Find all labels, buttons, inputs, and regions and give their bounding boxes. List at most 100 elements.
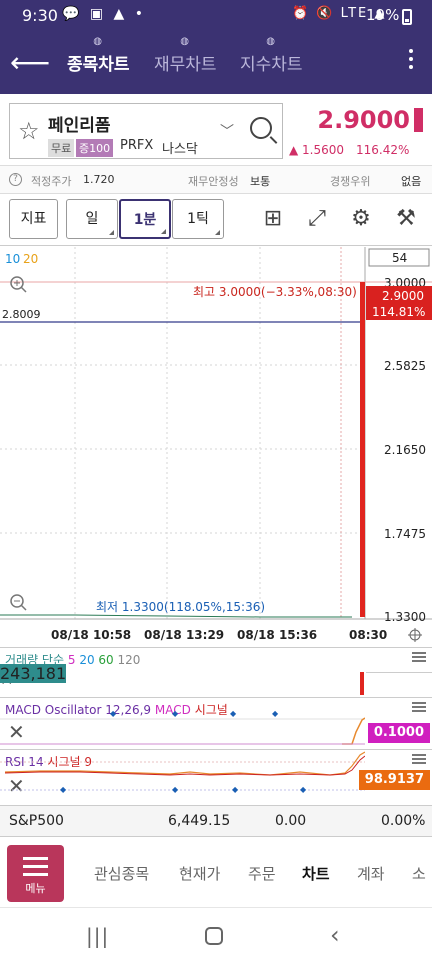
tab-stock-chart[interactable]: ◍ 종목차트 [67,36,130,75]
tools-icon[interactable]: ⚒ [394,208,418,232]
y-tick: 2.1650 [384,443,426,457]
hamburger-icon [23,857,48,881]
bottom-menu: 메뉴 관심종목 현재가 주문 차트 계좌 소 [0,838,432,908]
stock-name: 페인리폼 [48,116,111,136]
top-nav: ⟵ ◍ 종목차트 ◍ 재무차트 ◍ 지수차트 [0,32,432,94]
rsi-panel: RSI 14 시그널 9 ✕ ◆ ◆ ◆ ◆ 98.9137 [0,749,432,805]
price-change-percent: 116.42% [356,143,410,157]
index-change-pct: 0.00% [381,813,426,829]
last-candle-bar [360,282,365,617]
clock: 9:30 [22,6,58,25]
macd-chart: ◆ ◆ ◆ ◆ [0,709,365,745]
bottom-item-quote[interactable]: 현재가 [179,863,220,884]
grid-icon[interactable]: ⊞ [261,208,285,232]
tick-label: 1틱 [187,211,209,227]
back-arrow-icon[interactable]: ⟵ [10,46,50,79]
chart-svg: 10 20 2.8009 최고 3.0000(−3.33%,08:30) 최저 … [0,247,432,642]
svg-text:◆: ◆ [172,785,179,794]
more-menu-icon[interactable] [404,46,418,73]
panel-menu-icon[interactable] [412,700,426,714]
svg-text:◆: ◆ [60,785,67,794]
margin-badge: 증100 [76,139,114,157]
svg-text:◆: ◆ [230,709,237,718]
interval-button[interactable]: 1분 [119,199,171,239]
volume-bar [360,672,364,695]
index-ticker-row[interactable]: S&P500 6,449.15 0.00 0.00% [0,805,432,837]
tab-badge-icon: ◍ [180,36,190,47]
bottom-item-chart[interactable]: 차트 [302,863,330,884]
period-button[interactable]: 일 [66,199,118,239]
volume-ma20: 20 [79,653,95,667]
rsi-chart: ◆ ◆ ◆ ◆ [0,751,365,794]
tab-financial-chart[interactable]: ◍ 재무차트 [154,36,217,75]
rsi-value-badge: 98.9137 [358,770,430,790]
last-pct-label: 114.81% [372,305,425,319]
battery-percent: 19% [366,6,400,24]
y-tick: 1.7475 [384,527,426,541]
stock-selector[interactable]: ☆ 페인리폼 무료 증100 PRFX 나스닥 ﹀ [9,103,283,159]
crosshair-icon[interactable] [408,628,422,642]
stock-code: PRFX [120,138,154,153]
x-tick: 08/18 10:58 [51,628,131,642]
svg-text:◆: ◆ [232,785,239,794]
menu-label: 메뉴 [25,882,46,895]
favorite-star-icon[interactable]: ☆ [18,117,40,145]
zoom-out-icon[interactable] [10,594,27,611]
low-annotation: 최저 1.3300(118.05%,15:36) [96,600,265,614]
home-icon[interactable] [205,927,223,945]
volume-ma60: 60 [98,653,114,667]
svg-text:◆: ◆ [272,709,279,718]
svg-text:◆: ◆ [300,785,307,794]
visible-count: 54 [392,251,407,265]
price-series-line [0,614,352,618]
interval-label: 1분 [133,212,157,228]
y-tick: 1.3300 [384,610,426,624]
status-bar: 9:30 💬 ▣ ▲ • ⏰ 🔇 LTE ▲ 19% [0,0,432,32]
bottom-item-watchlist[interactable]: 관심종목 [94,863,149,884]
stability-label: 재무안정성 [188,175,239,188]
notification-icons: 💬 ▣ ▲ • [62,6,147,22]
help-icon[interactable]: ? [9,173,22,186]
chevron-down-icon[interactable]: ﹀ [220,121,234,141]
tab-label: 종목차트 [67,55,130,75]
index-value: 6,449.15 [168,813,231,829]
index-name: S&P500 [9,813,64,829]
bottom-item-account[interactable]: 계좌 [357,863,385,884]
ma20-label: 20 [23,252,38,266]
volume-ma120: 120 [117,653,141,667]
price-change: ▲ 1.5600 [289,143,345,157]
price-chart[interactable]: 10 20 2.8009 최고 3.0000(−3.33%,08:30) 최저 … [0,247,432,647]
search-icon[interactable] [250,117,272,139]
bottom-item-more[interactable]: 소 [412,863,426,884]
y-tick: 2.5825 [384,359,426,373]
tab-badge-icon: ◍ [266,36,276,47]
high-annotation: 최고 3.0000(−3.33%,08:30) [193,285,357,299]
expand-icon[interactable]: ⤢ [305,208,329,232]
stability-value: 보통 [250,175,271,188]
panel-menu-icon[interactable] [412,650,426,664]
info-row: ? 적정주가 1.720 재무안정성 보통 경쟁우위 없음 [0,165,432,194]
ma10-label: 10 [5,252,20,266]
back-icon[interactable]: ‹ [330,921,340,949]
fair-price-value: 1.720 [83,173,115,186]
advantage-value: 없음 [401,175,422,188]
free-badge: 무료 [48,139,75,157]
zoom-in-icon[interactable] [10,276,27,293]
recent-apps-icon[interactable]: ||| [86,924,109,948]
tick-button[interactable]: 1틱 [172,199,224,239]
fair-price-label: 적정주가 [31,175,72,188]
volume-chart: ✕ 243,181 [0,664,432,697]
x-tick: 08:30 [349,628,387,642]
volume-value-badge: 243,181 [0,664,67,683]
price-indicator-bar [414,108,423,132]
bottom-item-order[interactable]: 주문 [248,863,276,884]
indicator-button[interactable]: 지표 [9,199,58,239]
svg-text:◆: ◆ [110,709,117,718]
panel-menu-icon[interactable] [412,752,426,766]
menu-button[interactable]: 메뉴 [7,845,64,902]
tab-badge-icon: ◍ [93,36,103,47]
period-label: 일 [85,211,99,227]
tab-index-chart[interactable]: ◍ 지수차트 [240,36,303,75]
settings-icon[interactable]: ⚙ [349,208,373,232]
current-price: 2.9000 [317,106,410,134]
